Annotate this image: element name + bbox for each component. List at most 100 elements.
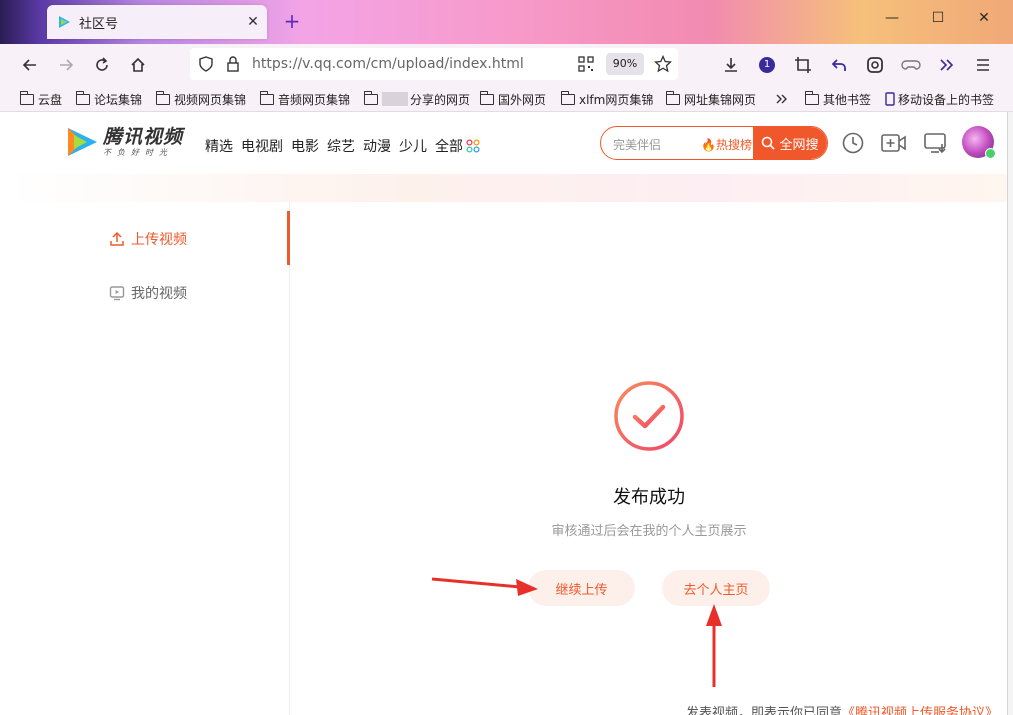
success-check-icon xyxy=(614,381,684,451)
browser-tab[interactable]: 社区号 ✕ xyxy=(47,5,267,39)
header-banner-strip xyxy=(7,174,1007,202)
nav-item-tv[interactable]: 电视剧 xyxy=(241,136,283,156)
sidebar-item-my-videos[interactable]: 我的视频 xyxy=(109,283,187,303)
sidebar: 上传视频 我的视频 xyxy=(7,202,290,715)
menu-button[interactable] xyxy=(972,54,994,76)
qr-code-icon[interactable] xyxy=(578,56,594,72)
forward-button[interactable] xyxy=(55,54,77,76)
bookmark-folder[interactable]: 视频网页集锦 xyxy=(156,90,246,108)
search-icon xyxy=(762,136,776,150)
home-icon xyxy=(131,57,145,72)
bookmark-folder[interactable]: 论坛集锦 xyxy=(76,90,142,108)
bookmark-folder[interactable]: 音频网页集锦 xyxy=(260,90,350,108)
browser-tab-bar: 社区号 ✕ + — ☐ ✕ xyxy=(0,0,1013,44)
tab-close-icon[interactable]: ✕ xyxy=(239,14,267,30)
link-extension-button[interactable] xyxy=(864,54,886,76)
home-button[interactable] xyxy=(127,54,149,76)
extension-badge: 1 xyxy=(759,57,775,73)
folder-icon xyxy=(805,90,819,105)
reload-icon xyxy=(96,57,108,71)
nav-item-kids[interactable]: 少儿 xyxy=(399,136,427,156)
continue-upload-button[interactable]: 继续上传 xyxy=(528,570,635,606)
window-close-button[interactable]: ✕ xyxy=(967,10,1001,32)
new-tab-button[interactable]: + xyxy=(280,9,304,33)
undo-arrow-icon xyxy=(831,59,846,71)
agreement-note: 发表视频，即表示你已同意《腾讯视频上传服务协议》 xyxy=(686,702,998,715)
brand-name: 腾讯视频 xyxy=(103,125,184,148)
clock-icon xyxy=(842,132,864,154)
forward-arrow-icon xyxy=(60,59,74,71)
bookmark-folder[interactable]: 网址集锦网页 xyxy=(666,90,756,108)
folder-icon xyxy=(364,90,378,105)
client-download-button[interactable] xyxy=(922,129,950,157)
gamepad-extension-button[interactable] xyxy=(900,54,922,76)
crop-icon xyxy=(795,57,811,73)
service-agreement-link[interactable]: 《腾讯视频上传服务协议》 xyxy=(842,706,998,715)
search-button[interactable]: 全网搜 xyxy=(753,127,827,159)
folder-icon xyxy=(480,90,494,105)
search-input[interactable]: 完美伴侣 xyxy=(613,136,661,153)
folder-icon xyxy=(260,90,274,105)
folder-icon xyxy=(20,90,34,105)
hot-search-link[interactable]: 🔥热搜榜 xyxy=(701,136,752,153)
crop-button[interactable] xyxy=(792,54,814,76)
bookmark-folder[interactable]: 云盘 xyxy=(20,90,62,108)
url-text[interactable]: https://v.qq.com/cm/upload/index.html xyxy=(252,56,524,72)
sidebar-item-label: 我的视频 xyxy=(131,286,187,302)
page-scroll-edge xyxy=(1007,112,1013,715)
video-screen-icon xyxy=(109,285,125,301)
bookmarks-overflow-button[interactable] xyxy=(775,90,789,108)
download-icon xyxy=(725,58,737,72)
brand-slogan: 不负好时光 xyxy=(103,147,173,157)
upload-result-panel: 发布成功 审核通过后会在我的个人主页展示 继续上传 去个人主页 发表视频，即表示… xyxy=(291,202,1007,715)
success-subtitle: 审核通过后会在我的个人主页展示 xyxy=(551,524,747,539)
lock-icon[interactable] xyxy=(226,56,240,72)
play-logo-icon xyxy=(68,128,97,156)
undo-button[interactable] xyxy=(828,54,850,76)
sidebar-item-label: 上传视频 xyxy=(131,232,187,248)
zoom-level[interactable]: 90% xyxy=(606,53,644,75)
folder-icon xyxy=(76,90,90,105)
bookmark-folder[interactable]: 移动设备上的书签 xyxy=(885,90,994,108)
downloads-button[interactable] xyxy=(720,54,742,76)
monitor-download-icon xyxy=(924,133,946,154)
sidebar-item-upload-video[interactable]: 上传视频 xyxy=(109,229,187,249)
flame-icon: 🔥 xyxy=(701,138,716,152)
double-chevron-right-icon xyxy=(776,94,787,104)
double-chevron-right-icon xyxy=(940,59,954,71)
extension-badge-button[interactable]: 1 xyxy=(756,54,778,76)
go-to-profile-button[interactable]: 去个人主页 xyxy=(662,570,770,606)
tencent-video-logo[interactable]: 腾讯视频 不负好时光 xyxy=(65,126,183,158)
bookmark-folder[interactable]: 分享的网页 xyxy=(364,90,470,108)
user-avatar[interactable] xyxy=(962,126,996,159)
bookmark-folder[interactable]: 国外网页 xyxy=(480,90,546,108)
bookmark-star-icon[interactable] xyxy=(654,55,672,73)
site-search: 完美伴侣 🔥热搜榜 全网搜 xyxy=(600,126,828,160)
bookmark-folder[interactable]: 其他书签 xyxy=(805,90,871,108)
nav-item-movie[interactable]: 电影 xyxy=(291,136,319,156)
nav-item-all[interactable]: 全部 xyxy=(435,136,463,156)
success-title: 发布成功 xyxy=(613,487,685,508)
minimize-button[interactable]: — xyxy=(875,10,909,32)
nav-item-featured[interactable]: 精选 xyxy=(205,136,233,156)
bookmarks-bar: 云盘 论坛集锦 视频网页集锦 音频网页集锦 分享的网页 国外网页 xlfm网页集… xyxy=(0,86,1013,112)
video-camera-plus-icon xyxy=(881,134,906,152)
more-tools-button[interactable] xyxy=(936,54,958,76)
shield-icon[interactable] xyxy=(198,56,214,72)
grid-dots-icon[interactable] xyxy=(466,139,480,153)
link-icon xyxy=(867,57,883,73)
hamburger-menu-icon xyxy=(977,59,989,71)
nav-item-anime[interactable]: 动漫 xyxy=(363,136,391,156)
folder-icon xyxy=(666,90,680,105)
upload-icon xyxy=(109,231,125,247)
address-bar[interactable]: https://v.qq.com/cm/upload/index.html 90… xyxy=(190,48,678,80)
upload-video-header-button[interactable] xyxy=(880,129,908,157)
maximize-button[interactable]: ☐ xyxy=(921,10,955,32)
gamepad-icon xyxy=(901,60,921,70)
history-button[interactable] xyxy=(839,129,867,157)
redacted-text xyxy=(382,92,408,106)
bookmark-folder[interactable]: xlfm网页集锦 xyxy=(561,90,653,108)
nav-item-variety[interactable]: 综艺 xyxy=(327,136,355,156)
back-button[interactable] xyxy=(19,54,41,76)
reload-button[interactable] xyxy=(91,54,113,76)
